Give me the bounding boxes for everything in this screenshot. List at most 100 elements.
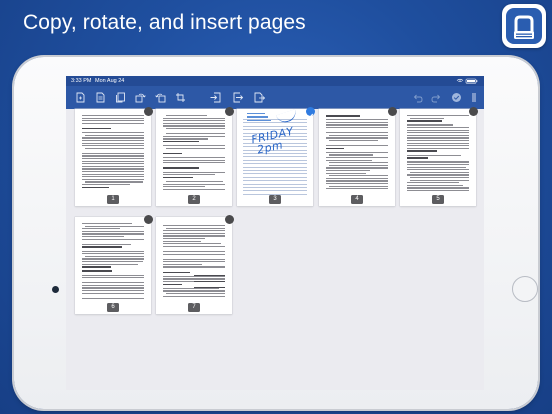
- page-thumbnail[interactable]: [75, 217, 151, 314]
- page-number-badge: 6: [107, 303, 119, 312]
- page-select-circle-icon[interactable]: [469, 107, 478, 116]
- page-thumbnail[interactable]: [156, 109, 232, 206]
- page-text-line: [82, 253, 144, 255]
- more-icon[interactable]: [468, 91, 480, 104]
- page-text-line: [410, 179, 469, 181]
- status-time: 3:33 PM: [71, 78, 92, 84]
- page-text-line: [410, 171, 469, 174]
- page-heading-line: [82, 186, 110, 189]
- crop-page-icon[interactable]: [174, 91, 186, 104]
- page-text-line: [407, 161, 469, 163]
- page-select-circle-icon[interactable]: [144, 107, 153, 116]
- page-toolbar: [66, 86, 484, 109]
- page-thumbnail[interactable]: [400, 109, 476, 206]
- page-text-line: [407, 127, 469, 129]
- page-text-line: [82, 171, 144, 173]
- page-text-line: [163, 171, 225, 173]
- insert-after-icon[interactable]: [232, 91, 244, 104]
- page-text-line: [407, 190, 469, 192]
- page-number-badge: 2: [188, 195, 200, 204]
- page-heading-line: [82, 266, 111, 268]
- page-grid: 1 2 FRIDAY 2pm 3 4 5 6 7: [66, 107, 484, 390]
- page-text-line: [163, 235, 225, 237]
- page-text-line: [82, 142, 144, 144]
- page-text-line: [407, 169, 469, 171]
- page-heading-line: [163, 167, 200, 169]
- page-text-line: [82, 152, 144, 155]
- export-pages-icon[interactable]: [253, 91, 265, 104]
- page-text-line: [163, 245, 225, 248]
- page-thumbnail[interactable]: [319, 109, 395, 206]
- page-text-line: [85, 147, 144, 149]
- select-all-icon[interactable]: [450, 91, 462, 104]
- redo-icon[interactable]: [430, 91, 442, 104]
- page-select-circle-icon[interactable]: [388, 107, 397, 116]
- page-text-line: [326, 188, 388, 190]
- page-text-line: [163, 162, 225, 164]
- page-text-line: [407, 166, 466, 168]
- new-page-icon[interactable]: [74, 91, 86, 104]
- page-text-line: [163, 238, 206, 240]
- rotate-left-icon[interactable]: [134, 91, 146, 104]
- page-text-line: [407, 137, 469, 139]
- page-text-line: [163, 295, 225, 297]
- page-thumbnail[interactable]: [156, 217, 232, 314]
- page-text-line: [166, 128, 225, 130]
- undo-icon[interactable]: [412, 91, 424, 104]
- page-text-line: [163, 122, 225, 125]
- page-text-line: [163, 250, 225, 253]
- headline: Copy, rotate, and insert pages: [23, 11, 306, 34]
- page-text-line: [166, 180, 223, 183]
- insert-before-icon[interactable]: [209, 91, 221, 104]
- page-text-line: [82, 282, 144, 284]
- page-text-line: [82, 233, 144, 235]
- page-text-line: [329, 162, 388, 164]
- page-thumbnail[interactable]: FRIDAY 2pm: [237, 109, 313, 206]
- page-heading-line: [82, 127, 112, 130]
- page-thumbnail[interactable]: [75, 109, 151, 206]
- page-text-line: [82, 178, 144, 181]
- ruled-line: [243, 190, 307, 191]
- page-heading-line: [82, 270, 113, 272]
- copy-pages-icon[interactable]: [114, 91, 126, 104]
- ruled-line: [243, 173, 307, 174]
- page-text-line: [82, 228, 120, 230]
- ruled-line: [243, 170, 307, 171]
- page-text-line: [82, 287, 144, 289]
- page-text-line: [329, 185, 388, 187]
- page-text-line: [407, 184, 463, 187]
- page-text-line: [329, 164, 388, 167]
- page-heading-line: [326, 147, 345, 150]
- page-text-line: [82, 250, 144, 252]
- page-text-line: [326, 180, 388, 182]
- page-text-line: [82, 173, 144, 175]
- page-text-line: [82, 117, 144, 119]
- page-text-line: [82, 160, 144, 162]
- page-text-line: [82, 277, 144, 279]
- page-text-line: [326, 119, 388, 121]
- handwritten-list-line: [247, 113, 265, 115]
- page-text-line: [163, 243, 222, 245]
- page-text-line: [82, 122, 144, 125]
- page-text-line: [82, 260, 144, 263]
- form-field: [194, 281, 225, 282]
- page-heading-line: [163, 176, 193, 179]
- ruled-line: [243, 159, 307, 161]
- ruled-line: [243, 183, 307, 185]
- page-select-circle-icon[interactable]: [144, 215, 153, 224]
- page-selected-checkmark-icon[interactable]: [306, 107, 315, 118]
- page-text-line: [163, 145, 225, 147]
- page-text-line: [407, 129, 469, 131]
- page-select-circle-icon[interactable]: [225, 107, 234, 116]
- page-number-badge: 4: [351, 195, 363, 204]
- page-text-line: [85, 225, 144, 227]
- page-text-line: [82, 158, 144, 160]
- rotate-right-icon[interactable]: [154, 91, 166, 104]
- page-select-circle-icon[interactable]: [225, 215, 234, 224]
- page-text-line: [85, 134, 144, 136]
- page-text-line: [82, 184, 131, 186]
- page-text-line: [163, 183, 225, 185]
- page-text-line: [407, 134, 469, 137]
- page-text-line: [326, 159, 373, 161]
- document-icon[interactable]: [94, 91, 106, 104]
